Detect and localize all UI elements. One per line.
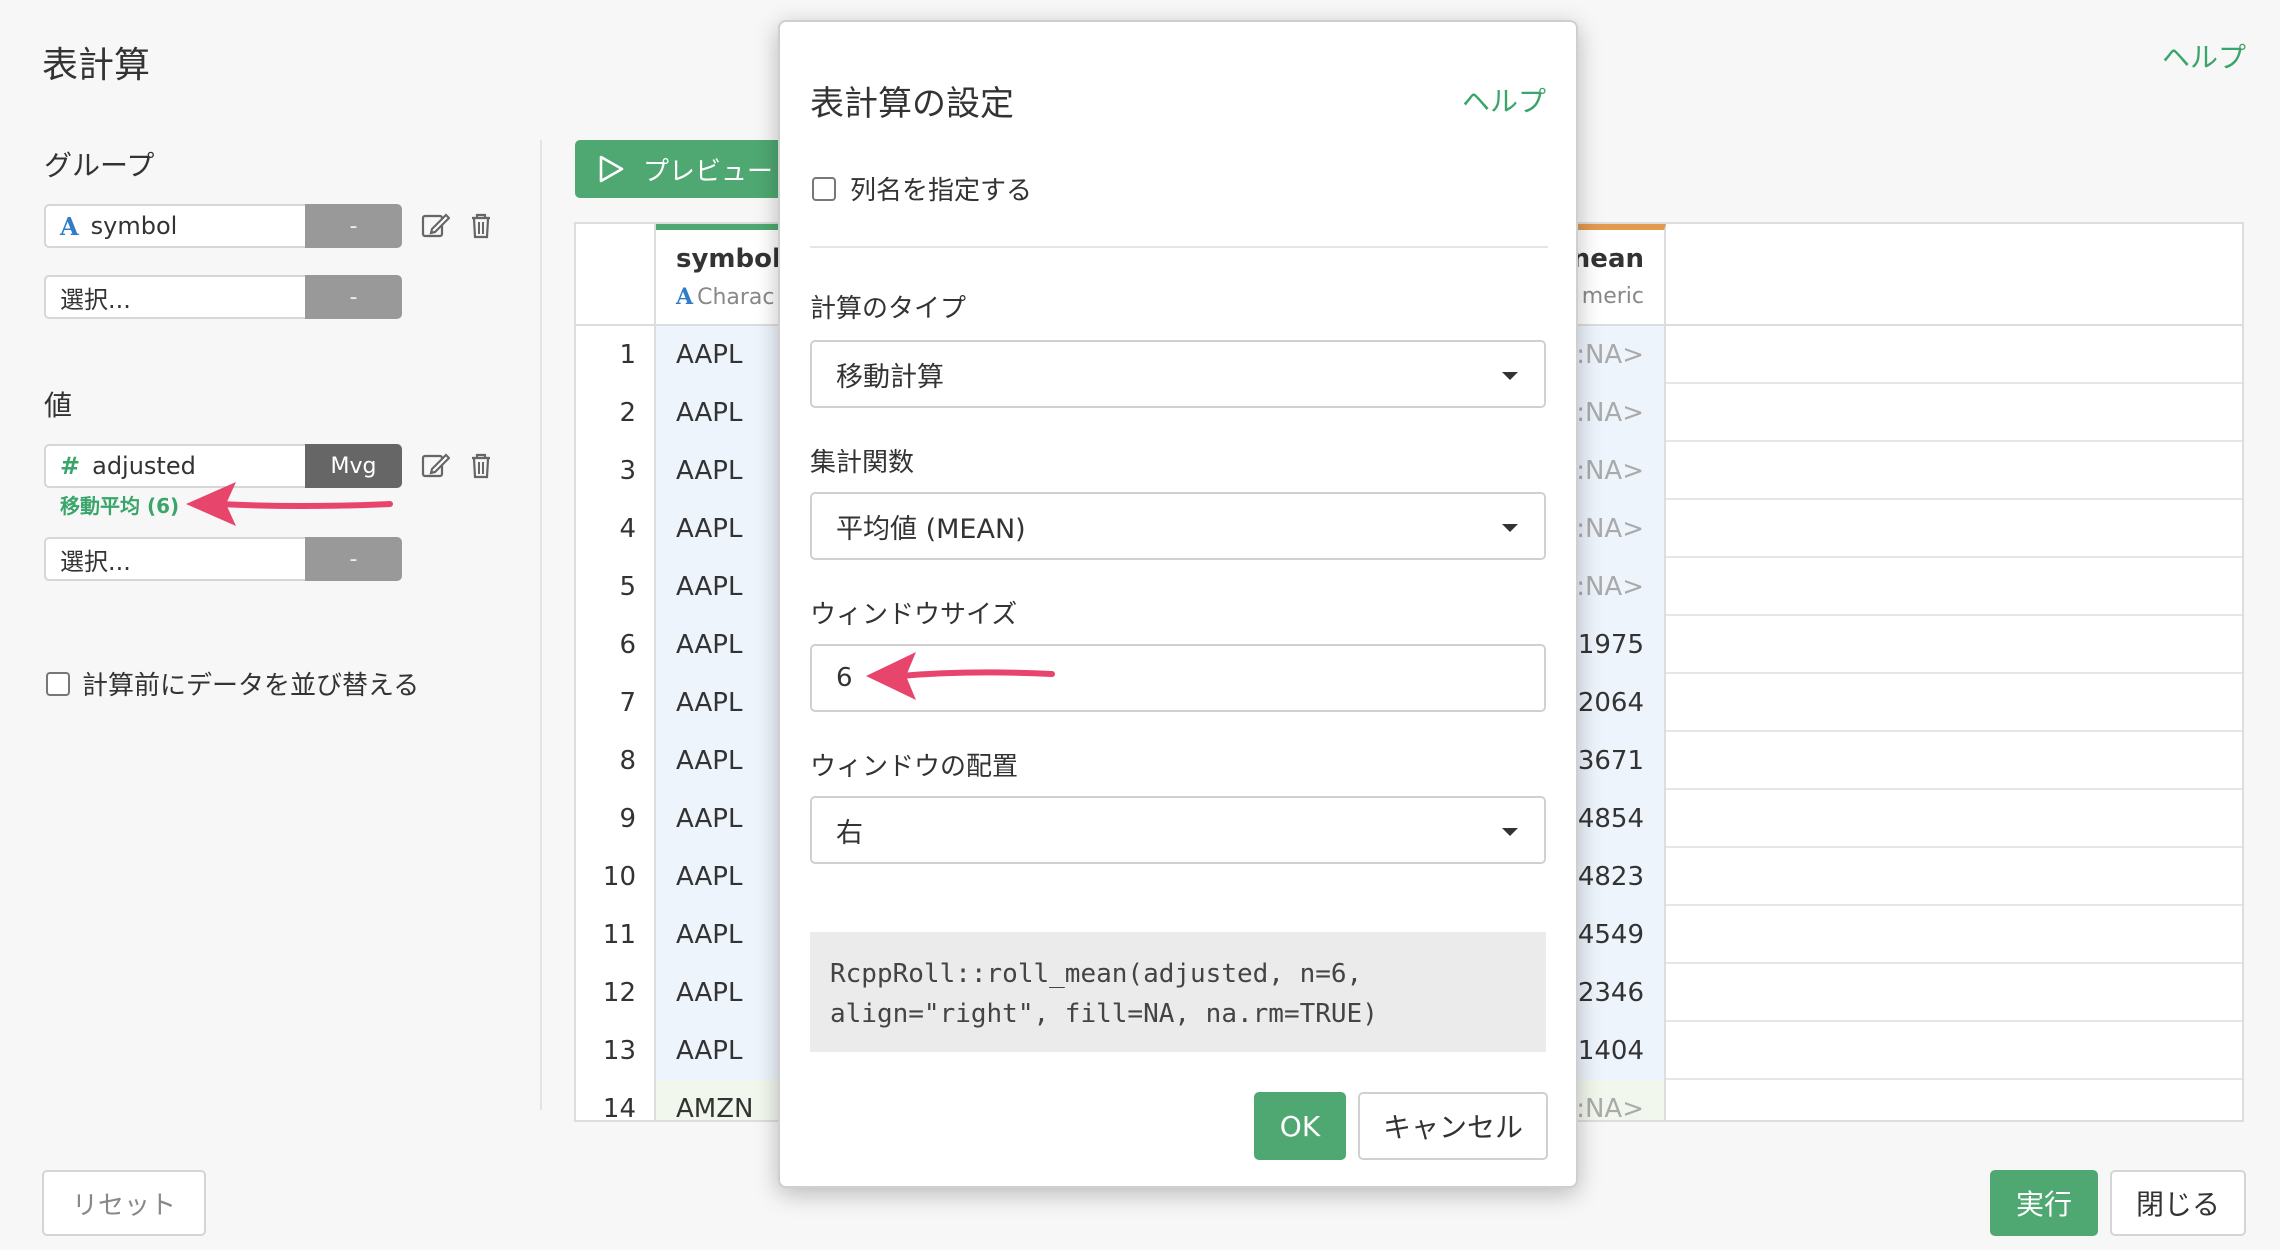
row-number: 2	[576, 384, 656, 442]
character-type-icon: A	[676, 284, 694, 310]
numeric-type-icon: #	[60, 452, 81, 480]
trash-icon[interactable]	[466, 450, 496, 484]
page-title: 表計算	[42, 45, 151, 86]
specify-column-name-checkbox[interactable]	[812, 176, 836, 201]
chevron-down-icon	[1502, 372, 1518, 380]
window-align-value: 右	[836, 817, 863, 849]
group-field[interactable]: A symbol	[44, 204, 305, 248]
row-number: 3	[576, 442, 656, 500]
specify-column-name-label: 列名を指定する	[850, 176, 1033, 206]
agg-func-label: 集計関数	[810, 448, 915, 478]
table-calc-page: 表計算 ヘルプ グループ A symbol - 選択... - 値 # adju…	[0, 0, 2280, 1250]
play-icon	[599, 155, 624, 183]
group-label: グループ	[44, 149, 155, 182]
row-number: 1	[576, 326, 656, 384]
sort-checkbox[interactable]	[46, 671, 70, 696]
ok-button[interactable]: OK	[1254, 1092, 1346, 1160]
row-number: 14	[576, 1080, 656, 1120]
character-type-icon: A	[60, 211, 79, 241]
agg-func-value: 平均値 (MEAN)	[836, 513, 1026, 545]
annotation-arrow-window	[866, 652, 1055, 700]
row-number: 9	[576, 790, 656, 848]
column-type-name: Charac	[697, 285, 775, 310]
column-name: symbol	[676, 244, 781, 274]
sort-before-calc-option[interactable]: 計算前にデータを並び替える	[46, 665, 419, 702]
group-select[interactable]: 選択...	[44, 275, 305, 319]
calc-type-label: 計算のタイプ	[810, 294, 967, 324]
group-select-func-button[interactable]: -	[305, 275, 402, 319]
divider	[810, 246, 1548, 248]
annotation-arrow-left	[186, 482, 393, 526]
preview-button[interactable]: プレビュー	[575, 140, 795, 198]
generated-code: RcppRoll::roll_mean(adjusted, n=6, align…	[810, 932, 1546, 1052]
column-type: meric	[1581, 284, 1644, 309]
agg-func-select[interactable]: 平均値 (MEAN)	[810, 492, 1546, 560]
run-button[interactable]: 実行	[1990, 1170, 2098, 1236]
preview-label: プレビュー	[643, 156, 774, 187]
table-calc-settings-dialog: 表計算の設定 ヘルプ 列名を指定する 計算のタイプ 移動計算 集計関数 平均値 …	[778, 20, 1578, 1188]
value-label: 値	[44, 389, 73, 422]
value-select-row[interactable]: 選択... -	[44, 537, 402, 581]
calc-type-select[interactable]: 移動計算	[810, 340, 1546, 408]
value-select[interactable]: 選択...	[44, 537, 305, 581]
sort-checkbox-label: 計算前にデータを並び替える	[82, 671, 420, 701]
row-number: 4	[576, 500, 656, 558]
value-field-actions	[420, 450, 496, 484]
window-align-select[interactable]: 右	[810, 796, 1546, 864]
edit-icon[interactable]	[420, 450, 451, 484]
group-field-row[interactable]: A symbol -	[44, 204, 402, 248]
rownum-header	[576, 224, 656, 326]
calc-type-value: 移動計算	[836, 361, 944, 393]
row-number: 11	[576, 906, 656, 964]
chevron-down-icon	[1502, 828, 1518, 836]
row-number: 7	[576, 674, 656, 732]
value-calc-note: 移動平均 (6)	[60, 494, 180, 518]
specify-column-name-option[interactable]: 列名を指定する	[812, 170, 1032, 207]
value-select-func-button[interactable]: -	[305, 537, 402, 581]
panel-divider	[540, 140, 542, 1110]
dialog-help-link[interactable]: ヘルプ	[1462, 80, 1546, 120]
column-type: A Charac	[676, 284, 775, 310]
row-number: 12	[576, 964, 656, 1022]
cancel-button[interactable]: キャンセル	[1358, 1092, 1548, 1160]
help-link[interactable]: ヘルプ	[2162, 36, 2246, 76]
group-field-name: symbol	[90, 212, 178, 240]
row-number: 13	[576, 1022, 656, 1080]
window-size-label: ウィンドウサイズ	[810, 600, 1018, 630]
group-field-actions	[420, 210, 496, 244]
column-name: nean	[1571, 244, 1644, 274]
group-field-func-button[interactable]: -	[305, 204, 402, 248]
dialog-title: 表計算の設定	[810, 84, 1014, 124]
row-number: 6	[576, 616, 656, 674]
trash-icon[interactable]	[466, 210, 496, 244]
edit-icon[interactable]	[420, 210, 451, 244]
row-number: 10	[576, 848, 656, 906]
chevron-down-icon	[1502, 524, 1518, 532]
row-number: 5	[576, 558, 656, 616]
group-select-row[interactable]: 選択... -	[44, 275, 402, 319]
reset-button[interactable]: リセット	[42, 1170, 206, 1236]
close-button[interactable]: 閉じる	[2110, 1170, 2246, 1236]
window-align-label: ウィンドウの配置	[810, 752, 1019, 782]
row-number: 8	[576, 732, 656, 790]
